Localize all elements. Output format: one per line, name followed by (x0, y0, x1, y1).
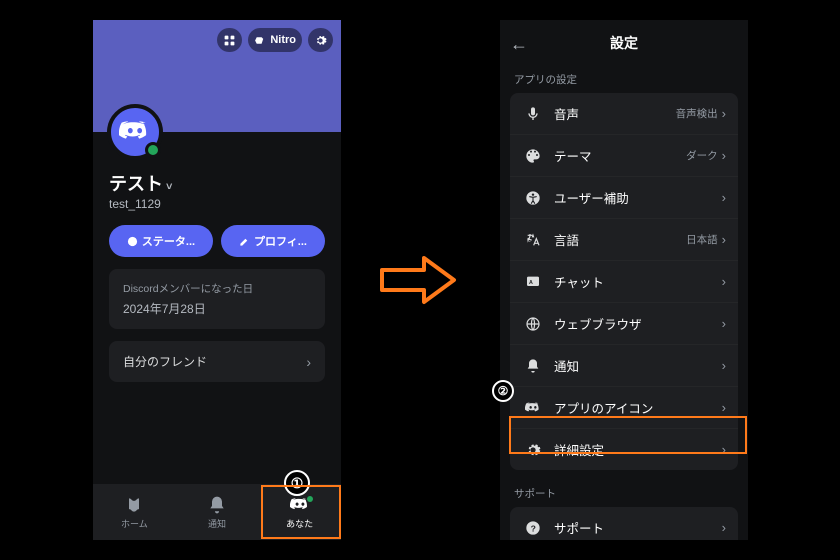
support-list: ? サポート › (510, 507, 738, 540)
status-online-icon (307, 496, 313, 502)
member-since-value: 2024年7月28日 (123, 300, 311, 317)
callout-step-1: ① (284, 470, 310, 496)
friends-label: 自分のフレンド (123, 353, 207, 370)
bell-icon (525, 358, 541, 374)
chevron-right-icon: › (722, 106, 726, 121)
settings-header: ← 設定 (500, 20, 748, 66)
discord-icon (525, 400, 541, 416)
settings-item-browser[interactable]: ウェブブラウザ › (510, 303, 738, 345)
nav-home[interactable]: ホーム (93, 484, 176, 540)
nitro-button[interactable]: Nitro (248, 28, 302, 52)
chevron-right-icon: › (722, 520, 726, 535)
settings-item-theme[interactable]: テーマ ダーク › (510, 135, 738, 177)
home-icon (124, 495, 144, 515)
add-server-button[interactable] (217, 28, 242, 52)
chevron-right-icon: › (722, 190, 726, 205)
back-button[interactable]: ← (510, 34, 528, 55)
gear-icon (314, 34, 327, 47)
chevron-right-icon: › (722, 442, 726, 457)
settings-button[interactable] (308, 28, 333, 52)
profile-banner: Nitro (93, 20, 341, 132)
globe-icon (525, 316, 541, 332)
svg-text:?: ? (531, 523, 536, 533)
user-tag: test_1129 (109, 197, 325, 211)
bell-icon (207, 495, 227, 515)
accessibility-icon (525, 190, 541, 206)
callout-step-2: ② (492, 380, 514, 402)
speech-icon (127, 236, 138, 247)
app-settings-list: 音声 音声検出 › テーマ ダーク › ユーザー補助 › 言語 日本語 › A … (510, 93, 738, 470)
nitro-icon (254, 34, 267, 47)
display-name[interactable]: テスト (109, 170, 325, 196)
chevron-right-icon: › (722, 358, 726, 373)
friends-row[interactable]: 自分のフレンド › (109, 341, 325, 382)
member-since-label: Discordメンバーになった日 (123, 281, 311, 296)
chevron-right-icon: › (722, 148, 726, 163)
settings-item-language[interactable]: 言語 日本語 › (510, 219, 738, 261)
help-icon: ? (525, 520, 541, 536)
settings-item-support[interactable]: ? サポート › (510, 507, 738, 540)
section-app-settings: アプリの設定 (500, 66, 748, 89)
chevron-right-icon: › (722, 316, 726, 331)
settings-item-notifications[interactable]: 通知 › (510, 345, 738, 387)
chevron-right-icon: › (306, 354, 311, 370)
section-support: サポート (500, 480, 748, 503)
profile-screen: Nitro テスト test_1129 ステータ... プロフィ... Disc… (93, 20, 341, 540)
settings-screen: ← 設定 アプリの設定 音声 音声検出 › テーマ ダーク › ユーザー補助 ›… (500, 20, 748, 540)
discord-icon (119, 116, 151, 148)
nitro-label: Nitro (270, 34, 296, 46)
settings-item-accessibility[interactable]: ユーザー補助 › (510, 177, 738, 219)
banner-actions: Nitro (217, 28, 333, 52)
palette-icon (525, 148, 541, 164)
chevron-right-icon: › (722, 232, 726, 247)
translate-icon (525, 232, 541, 248)
nav-notifications[interactable]: 通知 (176, 484, 259, 540)
profile-info: テスト test_1129 ステータ... プロフィ... Discordメンバ… (93, 132, 341, 392)
settings-title: 設定 (610, 33, 638, 53)
image-icon: A (525, 274, 541, 290)
settings-item-voice[interactable]: 音声 音声検出 › (510, 93, 738, 135)
chevron-right-icon: › (722, 274, 726, 289)
settings-item-advanced[interactable]: 詳細設定 › (510, 429, 738, 470)
mic-icon (525, 106, 541, 122)
status-button[interactable]: ステータ... (109, 225, 213, 257)
settings-item-app-icon[interactable]: アプリのアイコン › (510, 387, 738, 429)
settings-item-chat[interactable]: A チャット › (510, 261, 738, 303)
chevron-right-icon: › (722, 400, 726, 415)
arrow-annotation (378, 252, 458, 308)
pencil-icon (239, 236, 250, 247)
profile-actions: ステータ... プロフィ... (109, 225, 325, 257)
svg-text:A: A (529, 280, 533, 286)
member-since-card: Discordメンバーになった日 2024年7月28日 (109, 269, 325, 329)
grid-icon (223, 34, 236, 47)
gear-icon (525, 442, 541, 458)
status-online-icon (145, 142, 161, 158)
edit-profile-button[interactable]: プロフィ... (221, 225, 325, 257)
avatar[interactable] (107, 104, 163, 160)
